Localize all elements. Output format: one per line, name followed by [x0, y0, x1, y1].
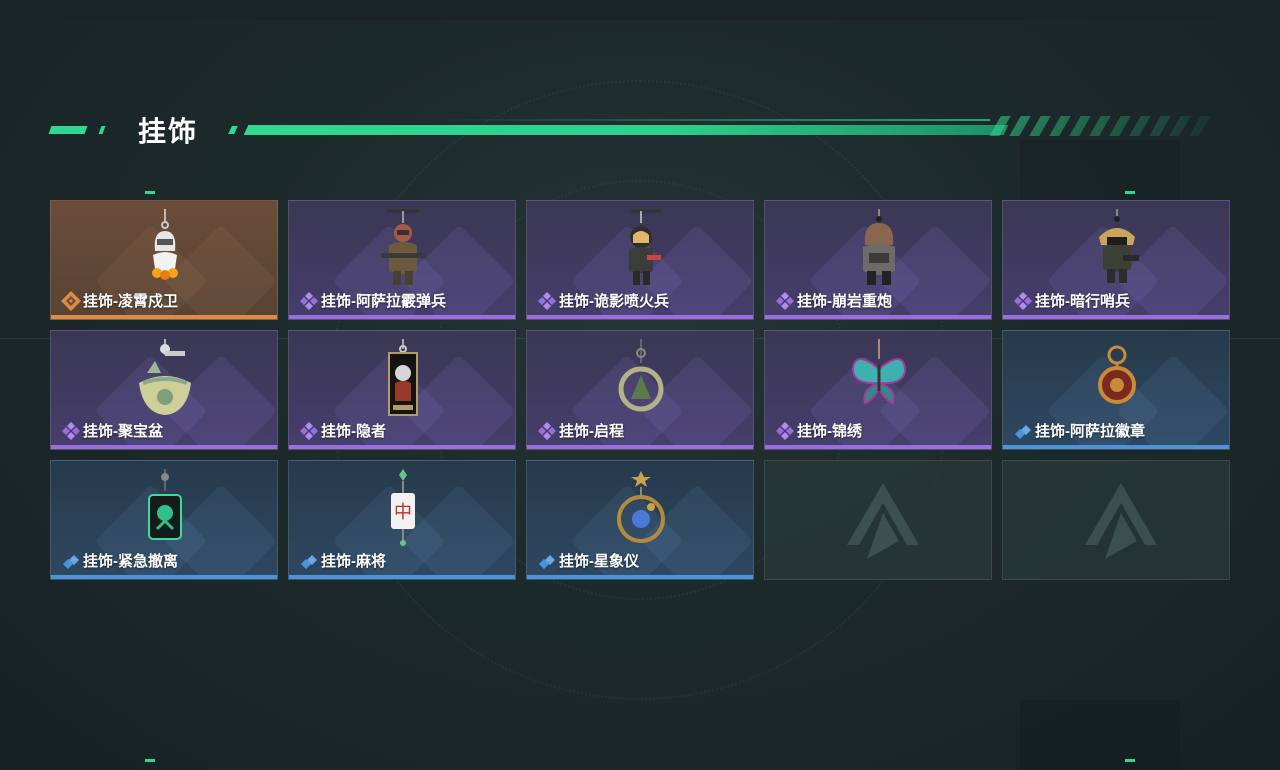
charm-card[interactable]: 挂饰-星象仪	[526, 460, 754, 580]
charm-card[interactable]: 挂饰-阿萨拉徽章	[1002, 330, 1230, 450]
rarity-bar	[765, 445, 991, 449]
charm-name: 挂饰-阿萨拉徽章	[1035, 423, 1145, 440]
top-strip	[0, 0, 1280, 20]
charm-soldier-icon	[373, 209, 433, 291]
charm-name: 挂饰-隐者	[321, 423, 386, 440]
header-checker-pattern	[989, 116, 1211, 136]
charm-card[interactable]: 挂饰-诡影喷火兵	[526, 200, 754, 320]
rarity-bar	[289, 575, 515, 579]
rarity-purple-icon	[61, 421, 81, 441]
charm-hermit-card-icon	[373, 339, 433, 421]
charm-card[interactable]: 挂饰-紧急撤离	[50, 460, 278, 580]
empty-slot-logo-icon	[1085, 483, 1157, 559]
corner-tick	[1125, 191, 1135, 194]
charm-sentinel-icon	[1087, 209, 1147, 291]
rarity-bar	[1003, 315, 1229, 319]
charm-name: 挂饰-锦绣	[797, 423, 862, 440]
charm-card[interactable]: 挂饰-隐者	[288, 330, 516, 450]
empty-slot-logo-icon	[847, 483, 919, 559]
charm-butterfly-icon	[849, 339, 909, 421]
charm-astrolabe-icon	[611, 469, 671, 551]
charm-name: 挂饰-聚宝盆	[83, 423, 163, 440]
rarity-purple-icon	[1013, 291, 1033, 311]
charm-card[interactable]: 挂饰-阿萨拉霰弹兵	[288, 200, 516, 320]
rarity-purple-icon	[775, 291, 795, 311]
rarity-bar	[289, 445, 515, 449]
background-block	[1020, 700, 1180, 770]
charm-name: 挂饰-阿萨拉霰弹兵	[321, 293, 446, 310]
rarity-bar	[51, 445, 277, 449]
rarity-blue-icon	[299, 551, 319, 571]
rarity-bar	[527, 575, 753, 579]
rarity-blue-icon	[1013, 421, 1033, 441]
charm-name: 挂饰-麻将	[321, 553, 386, 570]
charm-card[interactable]: 中挂饰-麻将	[288, 460, 516, 580]
header-accent-dash	[48, 126, 88, 134]
charm-grid: 挂饰-凌霄戍卫 挂饰-阿萨拉霰弹兵 挂饰-诡影喷火兵 挂饰-崩岩重炮 挂饰-暗行哨兵 挂饰…	[50, 200, 1230, 580]
rarity-purple-icon	[299, 291, 319, 311]
rarity-purple-icon	[537, 421, 557, 441]
charm-duck-icon	[135, 209, 195, 291]
charm-evac-icon	[135, 469, 195, 551]
empty-charm-slot[interactable]	[764, 460, 992, 580]
rarity-blue-icon	[61, 551, 81, 571]
charm-name: 挂饰-凌霄戍卫	[83, 293, 178, 310]
charm-name: 挂饰-诡影喷火兵	[559, 293, 669, 310]
charm-name: 挂饰-启程	[559, 423, 624, 440]
corner-tick	[1125, 759, 1135, 762]
charm-ring-icon	[611, 339, 671, 421]
charm-name: 挂饰-崩岩重炮	[797, 293, 892, 310]
rarity-bar	[51, 575, 277, 579]
charm-card[interactable]: 挂饰-凌霄戍卫	[50, 200, 278, 320]
rarity-bar	[765, 315, 991, 319]
charm-card[interactable]: 挂饰-聚宝盆	[50, 330, 278, 450]
header-accent-line	[430, 119, 990, 121]
rarity-bar	[51, 315, 277, 319]
empty-charm-slot[interactable]	[1002, 460, 1230, 580]
corner-tick	[145, 191, 155, 194]
header-accent-bar	[243, 125, 1009, 135]
header-accent-dash	[98, 126, 106, 134]
rarity-bar	[1003, 445, 1229, 449]
rarity-bar	[289, 315, 515, 319]
header-accent-dash	[228, 126, 238, 134]
charm-card[interactable]: 挂饰-暗行哨兵	[1002, 200, 1230, 320]
charm-card[interactable]: 挂饰-启程	[526, 330, 754, 450]
charm-badge-icon	[1087, 339, 1147, 421]
charm-treasure-bowl-icon	[135, 339, 195, 421]
charm-gunner-icon	[849, 209, 909, 291]
charm-mahjong-icon: 中	[373, 469, 433, 551]
charm-card[interactable]: 挂饰-崩岩重炮	[764, 200, 992, 320]
section-title: 挂饰	[138, 116, 199, 147]
charm-name: 挂饰-星象仪	[559, 553, 639, 570]
rarity-bar	[527, 445, 753, 449]
corner-tick	[145, 759, 155, 762]
charm-name: 挂饰-紧急撤离	[83, 553, 178, 570]
rarity-purple-icon	[299, 421, 319, 441]
charm-card[interactable]: 挂饰-锦绣	[764, 330, 992, 450]
svg-text:中: 中	[394, 502, 412, 523]
charm-name: 挂饰-暗行哨兵	[1035, 293, 1130, 310]
charm-flamer-icon	[611, 209, 671, 291]
rarity-purple-icon	[537, 291, 557, 311]
rarity-purple-icon	[775, 421, 795, 441]
rarity-bar	[527, 315, 753, 319]
rarity-blue-icon	[537, 551, 557, 571]
rarity-orange-icon	[61, 291, 81, 311]
section-header: 挂饰	[48, 108, 1211, 148]
